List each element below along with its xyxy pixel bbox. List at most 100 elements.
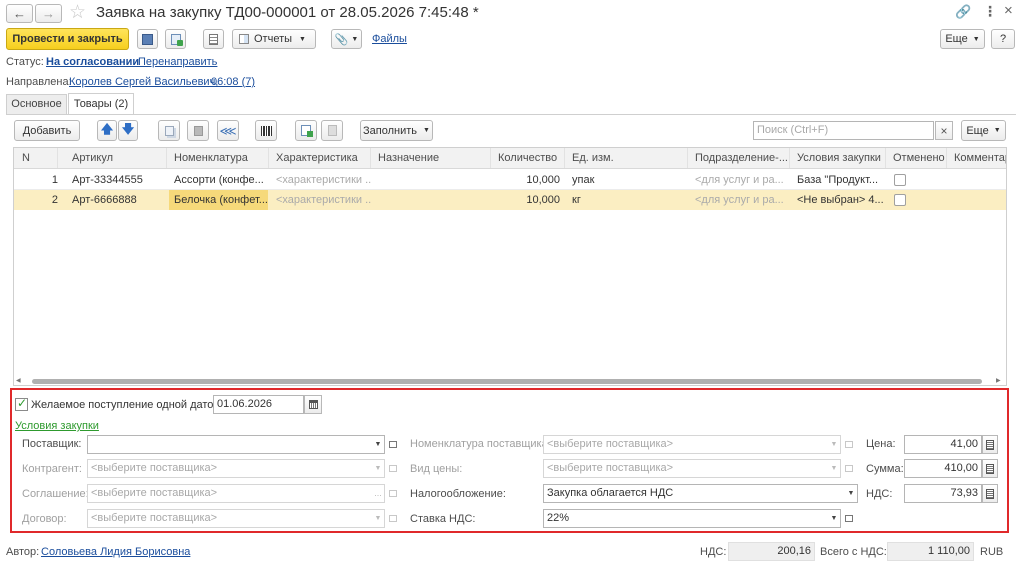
directed-time-link[interactable]: 06:08 (7): [211, 76, 255, 88]
sum-input[interactable]: 410,00: [904, 459, 982, 478]
col-header-article[interactable]: Артикул: [58, 148, 167, 168]
vat-rate-open-button[interactable]: [842, 510, 856, 527]
row-purpose[interactable]: [373, 190, 491, 210]
journal-button[interactable]: [203, 29, 224, 49]
col-header-terms[interactable]: Условия закупки: [790, 148, 886, 168]
sum-calculator-button[interactable]: [982, 459, 998, 478]
search-input[interactable]: Поиск (Ctrl+F): [753, 121, 934, 140]
save-button[interactable]: [137, 29, 158, 49]
col-header-comment[interactable]: Комментарий: [947, 148, 1006, 168]
favorite-star-icon[interactable]: ☆: [69, 1, 86, 24]
post-button[interactable]: [165, 29, 186, 49]
taxation-select[interactable]: Закупка облагается НДС ▼: [543, 484, 858, 503]
desired-date-checkbox[interactable]: ✓: [15, 396, 28, 411]
row-quantity[interactable]: 10,000: [491, 190, 565, 210]
close-window-icon[interactable]: ×: [1004, 2, 1013, 19]
price-type-open-button[interactable]: [842, 460, 856, 477]
kebab-menu-icon[interactable]: ⋮: [983, 3, 997, 20]
row-nomenclature[interactable]: Ассорти (конфе...: [169, 170, 269, 190]
row-quantity[interactable]: 10,000: [491, 170, 565, 190]
table-more-button[interactable]: Еще ▼: [961, 120, 1006, 141]
supplier-nomenclature-open-button[interactable]: [842, 436, 856, 453]
agreement-open-button[interactable]: [386, 485, 400, 502]
barcode-button[interactable]: [255, 120, 277, 141]
back-button[interactable]: ←: [6, 4, 33, 23]
col-header-department[interactable]: Подразделение-...: [688, 148, 790, 168]
calculator-icon: [986, 463, 994, 474]
files-link[interactable]: Файлы: [372, 33, 407, 45]
row-department[interactable]: <для услуг и ра...: [690, 170, 790, 190]
col-header-quantity[interactable]: Количество: [491, 148, 565, 168]
row-characteristic[interactable]: <характеристики ...: [271, 170, 371, 190]
contract-input[interactable]: <выберите поставщика> ▼: [87, 509, 385, 528]
row-unit[interactable]: кг: [567, 190, 687, 210]
col-header-nomenclature[interactable]: Номенклатура: [167, 148, 269, 168]
tab-main[interactable]: Основное: [6, 94, 67, 114]
row-unit[interactable]: упак: [567, 170, 687, 190]
col-header-cancelled[interactable]: Отменено: [886, 148, 947, 168]
chevron-down-icon[interactable]: ▼: [828, 510, 840, 527]
supplier-input[interactable]: ▼: [87, 435, 385, 454]
table-horizontal-scrollbar[interactable]: [32, 379, 982, 384]
copy-row-button[interactable]: [158, 120, 180, 141]
row-terms[interactable]: База "Продукт...: [792, 170, 886, 190]
chevron-down-icon[interactable]: ▼: [828, 460, 840, 477]
counterparty-open-button[interactable]: [386, 460, 400, 477]
vat-input[interactable]: 73,93: [904, 484, 982, 503]
row-nomenclature[interactable]: Белочка (конфет...: [169, 190, 268, 210]
vat-calculator-button[interactable]: [982, 484, 998, 503]
move-up-button[interactable]: 🡅: [97, 120, 117, 141]
price-type-input[interactable]: <выберите поставщика> ▼: [543, 459, 841, 478]
contract-open-button[interactable]: [386, 510, 400, 527]
chevron-down-icon[interactable]: ▼: [828, 436, 840, 453]
pick-goods-button[interactable]: [295, 120, 317, 141]
agreement-input[interactable]: <выберите поставщика> ...: [87, 484, 385, 503]
row-characteristic[interactable]: <характеристики ...: [271, 190, 371, 210]
forward-button[interactable]: →: [35, 4, 62, 23]
add-row-button[interactable]: Добавить: [14, 120, 80, 141]
chevron-down-icon[interactable]: ▼: [845, 485, 857, 502]
row-terms[interactable]: <Не выбран> 4...: [792, 190, 886, 210]
redirect-link[interactable]: Перенаправить: [138, 56, 217, 68]
col-header-characteristic[interactable]: Характеристика: [269, 148, 371, 168]
clear-search-button[interactable]: ×: [935, 121, 953, 140]
purchase-terms-section-link[interactable]: Условия закупки: [15, 420, 99, 432]
calendar-button[interactable]: [304, 395, 322, 414]
col-header-unit[interactable]: Ед. изм.: [565, 148, 688, 168]
arrow-left-icon: ←: [13, 6, 26, 21]
delete-row-button[interactable]: [187, 120, 209, 141]
tab-goods[interactable]: Товары (2): [68, 93, 134, 115]
author-link[interactable]: Соловьева Лидия Борисовна: [41, 546, 190, 558]
chevron-down-icon[interactable]: ▼: [372, 460, 384, 477]
row-purpose[interactable]: [373, 170, 491, 190]
price-calculator-button[interactable]: [982, 435, 998, 454]
split-row-button[interactable]: ⋘: [217, 120, 239, 141]
post-and-close-button[interactable]: Провести и закрыть: [6, 28, 129, 50]
row-department[interactable]: <для услуг и ра...: [690, 190, 790, 210]
status-value-link[interactable]: На согласовании: [46, 56, 139, 68]
chevron-down-icon[interactable]: ▼: [372, 510, 384, 527]
ellipsis-icon[interactable]: ...: [372, 485, 384, 502]
attachments-dropdown[interactable]: 📎 ▼: [331, 29, 362, 49]
row-cancelled-checkbox[interactable]: [894, 174, 906, 186]
price-input[interactable]: 41,00: [904, 435, 982, 454]
vat-rate-input[interactable]: 22% ▼: [543, 509, 841, 528]
link-icon[interactable]: 🔗: [955, 4, 971, 20]
col-header-n[interactable]: N: [14, 148, 58, 168]
reports-dropdown[interactable]: Отчеты ▼: [232, 29, 316, 49]
supplier-nomenclature-input[interactable]: <выберите поставщика> ▼: [543, 435, 841, 454]
table-scroll-left-arrow[interactable]: ◀: [16, 377, 21, 384]
table-scroll-right-arrow[interactable]: ▶: [996, 377, 1001, 384]
col-header-purpose[interactable]: Назначение: [371, 148, 491, 168]
pick-goods-alt-button[interactable]: [321, 120, 343, 141]
directed-person-link[interactable]: Королев Сергей Васильевич,: [69, 76, 218, 88]
fill-dropdown[interactable]: Заполнить ▼: [360, 120, 433, 141]
desired-date-input[interactable]: 01.06.2026: [213, 395, 304, 414]
counterparty-input[interactable]: <выберите поставщика> ▼: [87, 459, 385, 478]
move-down-button[interactable]: 🡇: [118, 120, 138, 141]
help-button[interactable]: ?: [991, 29, 1015, 49]
more-actions-button[interactable]: Еще ▼: [940, 29, 985, 49]
supplier-open-button[interactable]: [386, 436, 400, 453]
chevron-down-icon[interactable]: ▼: [372, 436, 384, 453]
row-cancelled-checkbox[interactable]: [894, 194, 906, 206]
